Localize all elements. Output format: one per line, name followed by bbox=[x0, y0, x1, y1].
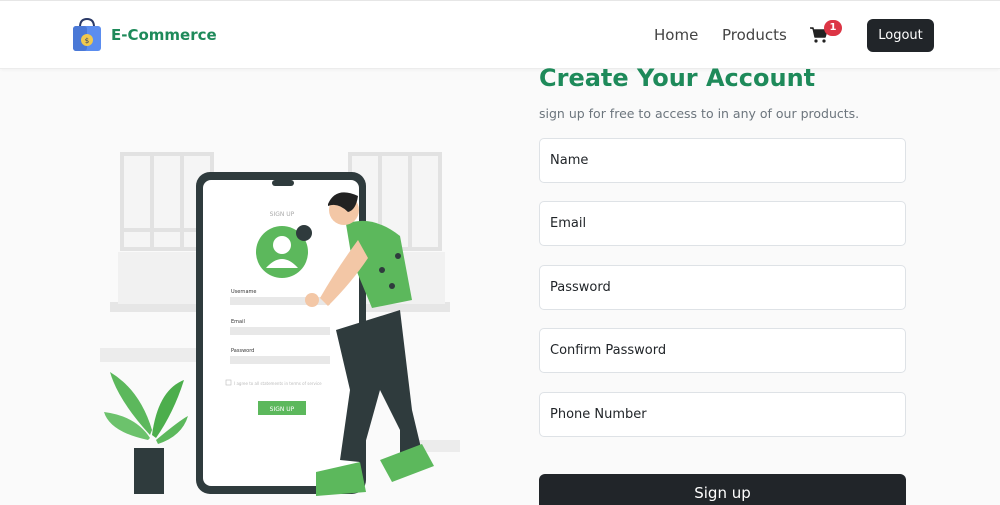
svg-text:SIGN UP: SIGN UP bbox=[270, 406, 295, 413]
brand[interactable]: $ E-Commerce bbox=[70, 17, 217, 53]
svg-text:$: $ bbox=[85, 37, 89, 45]
phone-number-field[interactable] bbox=[539, 392, 906, 437]
svg-text:Email: Email bbox=[231, 319, 245, 325]
cart-count-badge: 1 bbox=[824, 20, 842, 36]
signup-button[interactable]: Sign up bbox=[539, 474, 906, 505]
svg-text:Password: Password bbox=[231, 348, 254, 354]
signup-illustration: SIGN UP Username Email Password I agree … bbox=[100, 152, 460, 496]
nav-products-link[interactable]: Products bbox=[722, 26, 787, 44]
password-field[interactable] bbox=[539, 265, 906, 310]
nav-home-link[interactable]: Home bbox=[654, 26, 698, 44]
confirm-password-field[interactable] bbox=[539, 328, 906, 373]
shopping-bag-icon: $ bbox=[73, 17, 101, 51]
brand-name: E-Commerce bbox=[111, 26, 217, 44]
email-field[interactable] bbox=[539, 201, 906, 246]
page-subtitle: sign up for free to access to in any of … bbox=[539, 106, 860, 121]
page-title: Create Your Account bbox=[539, 64, 816, 92]
plant bbox=[104, 372, 188, 494]
signup-form-header: Create Your Account sign up for free to … bbox=[539, 64, 906, 121]
svg-text:I agree to all statements in t: I agree to all statements in terms of se… bbox=[234, 381, 322, 386]
logout-button[interactable]: Logout bbox=[867, 19, 934, 52]
svg-text:Username: Username bbox=[231, 289, 257, 295]
name-field[interactable] bbox=[539, 138, 906, 183]
svg-text:SIGN UP: SIGN UP bbox=[270, 211, 295, 218]
navbar: $ E-Commerce Home Products 1 Logout bbox=[0, 0, 1000, 69]
